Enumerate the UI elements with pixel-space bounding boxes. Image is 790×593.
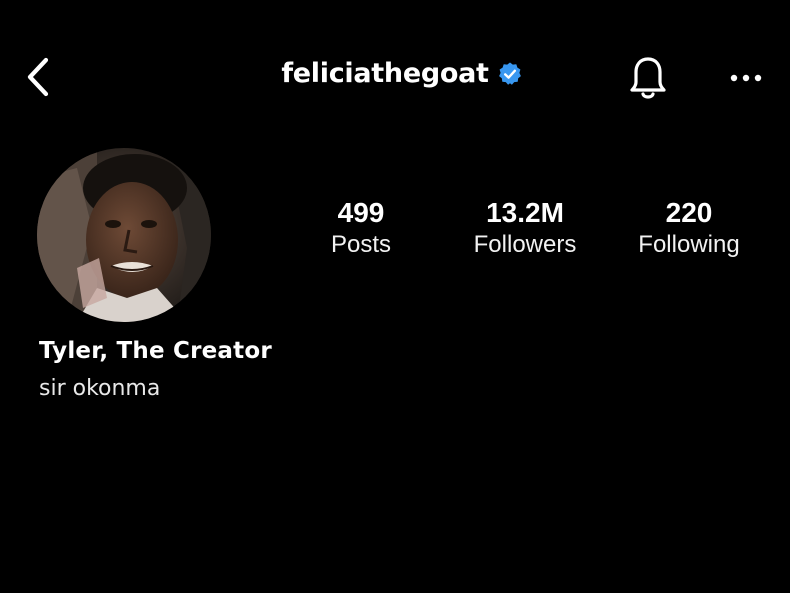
followers-count: 13.2M <box>486 197 564 228</box>
following-count-stat[interactable]: 220 Following <box>609 196 769 260</box>
bell-icon <box>630 57 666 99</box>
followers-label: Followers <box>473 231 577 258</box>
top-navigation-bar: feliciathegoat <box>0 0 790 140</box>
username-title: feliciathegoat <box>281 58 489 89</box>
profile-stats: 499 Posts 13.2M Followers 220 Following <box>0 196 790 276</box>
notifications-bell-button[interactable] <box>624 52 672 104</box>
profile-bio: sir okonma <box>39 376 161 401</box>
followers-count-stat[interactable]: 13.2M Followers <box>445 196 605 260</box>
posts-count: 499 <box>337 197 385 228</box>
posts-label: Posts <box>330 231 392 258</box>
profile-display-name: Tyler, The Creator <box>39 338 272 364</box>
more-options-button[interactable] <box>724 58 768 98</box>
more-horizontal-icon <box>730 74 762 82</box>
chevron-left-icon <box>27 57 49 97</box>
following-count: 220 <box>665 197 713 228</box>
following-label: Following <box>638 231 740 258</box>
back-button[interactable] <box>16 52 60 102</box>
posts-count-stat[interactable]: 499 Posts <box>281 196 441 260</box>
profile-username-header: feliciathegoat <box>281 58 522 89</box>
verified-badge-icon <box>498 62 521 85</box>
